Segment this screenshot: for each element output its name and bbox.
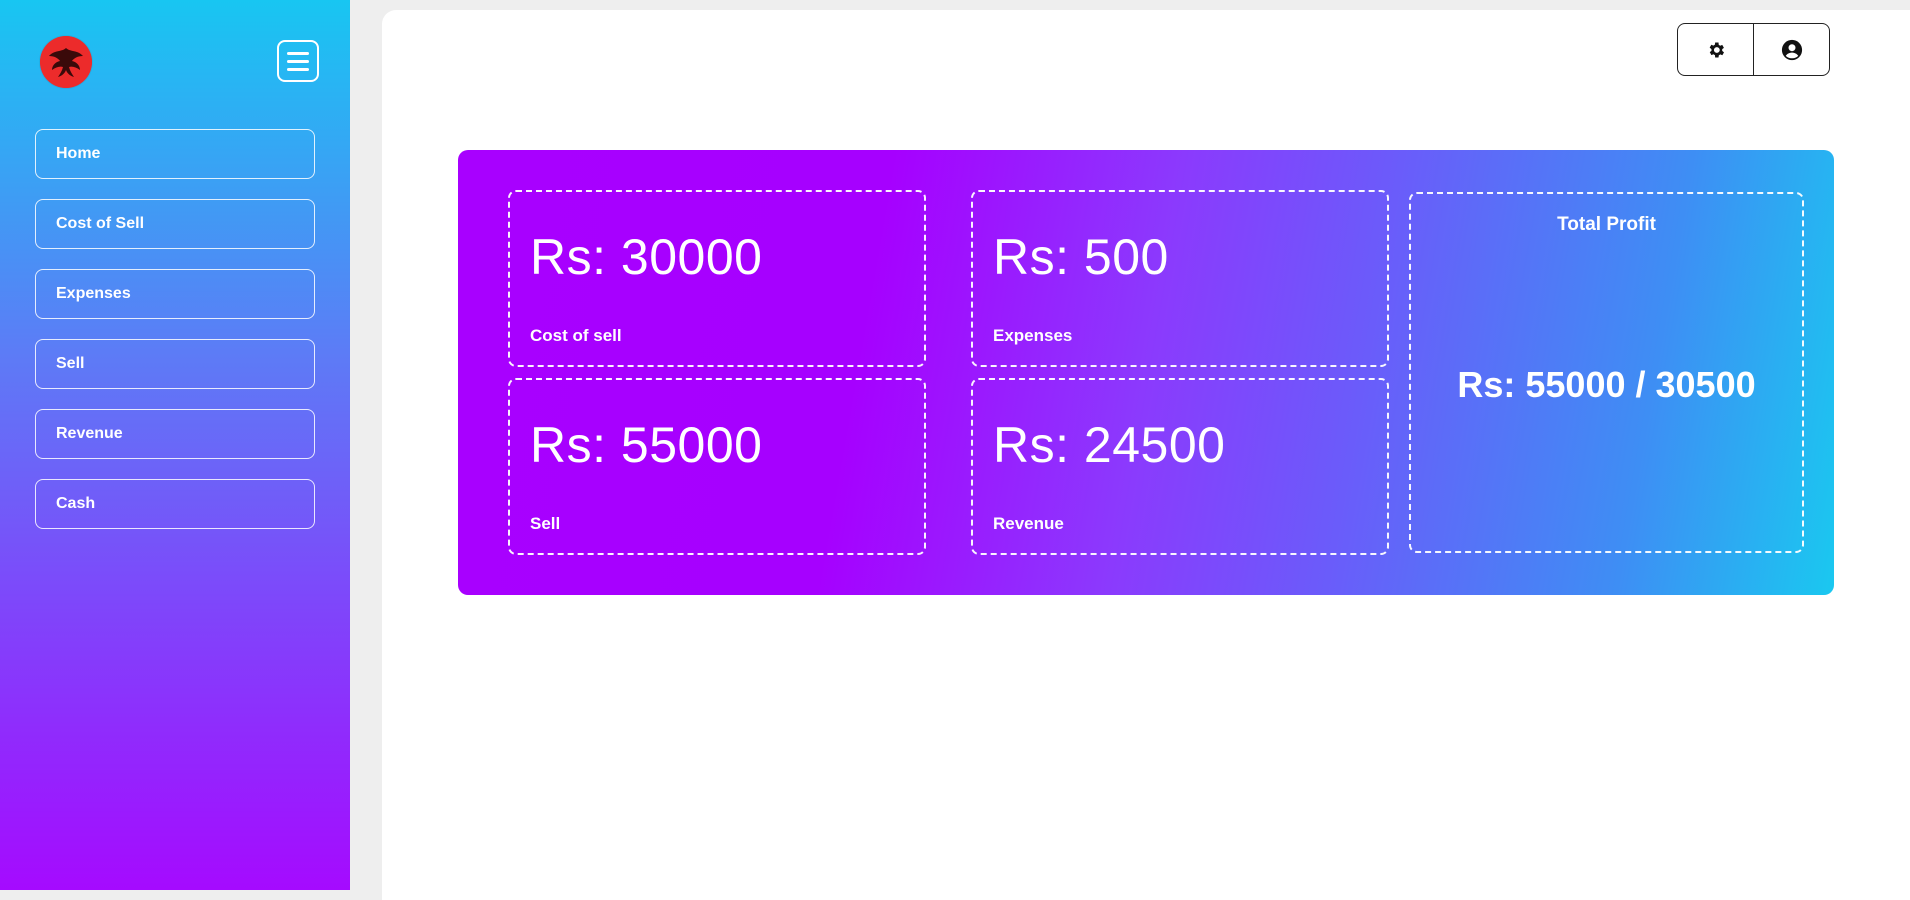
- sidebar-item-label: Cost of Sell: [56, 215, 145, 232]
- menu-bar: [287, 59, 309, 63]
- stats-banner: Rs: 30000 Cost of sell Rs: 500 Expenses …: [458, 150, 1834, 595]
- expenses-amount: Rs: 500: [993, 229, 1169, 285]
- sidebar-item-expenses[interactable]: Expenses: [35, 269, 315, 319]
- sidebar-item-label: Sell: [56, 355, 85, 372]
- header-actions: [1677, 23, 1830, 76]
- sidebar-item-label: Home: [56, 145, 101, 162]
- profile-button[interactable]: [1753, 24, 1829, 75]
- user-circle-icon: [1781, 39, 1802, 60]
- sidebar-item-sell[interactable]: Sell: [35, 339, 315, 389]
- sidebar-item-cash[interactable]: Cash: [35, 479, 315, 529]
- sell-card: Rs: 55000 Sell: [508, 378, 926, 555]
- revenue-label: Revenue: [993, 514, 1064, 533]
- sidebar-item-cost-of-sell[interactable]: Cost of Sell: [35, 199, 315, 249]
- sell-label: Sell: [530, 514, 561, 533]
- cost-of-sell-amount: Rs: 30000: [530, 229, 763, 285]
- menu-bar: [287, 51, 309, 55]
- revenue-card: Rs: 24500 Revenue: [971, 378, 1389, 555]
- phoenix-logo-icon[interactable]: [40, 36, 92, 88]
- sidebar: Home Cost of Sell Expenses Sell Revenue …: [0, 0, 350, 890]
- menu-bar: [287, 67, 309, 71]
- total-profit-title: Total Profit: [1557, 214, 1656, 235]
- cost-of-sell-label: Cost of sell: [530, 326, 622, 345]
- sidebar-item-label: Cash: [56, 495, 96, 512]
- sidebar-item-label: Revenue: [56, 425, 123, 442]
- expenses-card: Rs: 500 Expenses: [971, 190, 1389, 367]
- sidebar-item-home[interactable]: Home: [35, 129, 315, 179]
- revenue-amount: Rs: 24500: [993, 417, 1226, 473]
- sell-amount: Rs: 55000: [530, 417, 763, 473]
- total-profit-card: Total Profit Rs: 55000 / 30500: [1409, 192, 1804, 553]
- expenses-label: Expenses: [993, 326, 1073, 345]
- cost-of-sell-card: Rs: 30000 Cost of sell: [508, 190, 926, 367]
- gear-icon: [1709, 42, 1724, 57]
- sidebar-item-revenue[interactable]: Revenue: [35, 409, 315, 459]
- total-profit-value: Rs: 55000 / 30500: [1457, 364, 1756, 405]
- sidebar-item-label: Expenses: [56, 285, 131, 302]
- hamburger-menu-icon[interactable]: [277, 40, 319, 82]
- settings-button[interactable]: [1678, 24, 1753, 75]
